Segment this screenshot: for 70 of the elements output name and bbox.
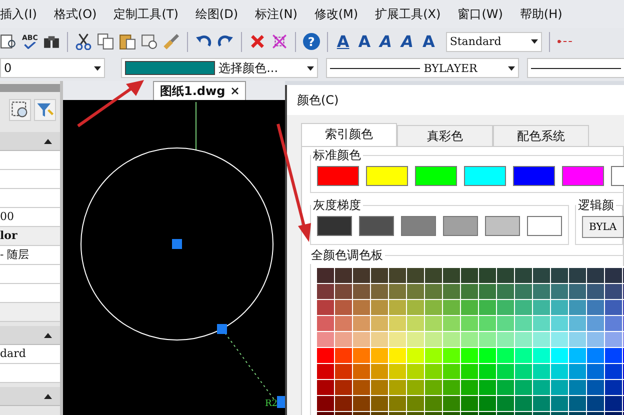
- dialog-tab[interactable]: 配色系统: [493, 125, 589, 146]
- dialog-tab[interactable]: 真彩色: [397, 125, 493, 146]
- lineweight-dropdown[interactable]: [527, 58, 624, 78]
- annotation-arrow: [77, 80, 144, 128]
- group-label: 逻辑颜: [577, 197, 615, 214]
- collapse-icon[interactable]: [44, 332, 52, 338]
- bylayer-button[interactable]: BYLA: [582, 216, 624, 238]
- document-tab[interactable]: 图纸1.dwg: [153, 81, 246, 100]
- dimension-label: R2: [265, 399, 278, 409]
- quadrant-grip[interactable]: [217, 324, 227, 334]
- dropdown-arrow-icon: [306, 66, 314, 70]
- center-grip[interactable]: [172, 239, 182, 249]
- text-tool-button[interactable]: A: [378, 32, 394, 51]
- print-preview-icon[interactable]: [0, 33, 17, 50]
- color-swatch[interactable]: [415, 166, 457, 186]
- text-tool-button[interactable]: A: [420, 32, 437, 51]
- text-tool-button[interactable]: A: [334, 32, 352, 51]
- menu-item[interactable]: 插入(I): [0, 6, 37, 22]
- dropdown-arrow-icon: [508, 66, 515, 70]
- color-swatch[interactable]: [513, 166, 555, 186]
- dropdown-arrow-icon: [530, 39, 538, 44]
- panel-strip: [0, 84, 60, 92]
- delete-icon[interactable]: [248, 33, 266, 50]
- menu-item[interactable]: 修改(M): [314, 6, 358, 22]
- color-dropdown[interactable]: 选择颜色...: [120, 58, 318, 78]
- shade-swatch[interactable]: [485, 216, 520, 236]
- collapse-icon[interactable]: [44, 394, 52, 398]
- property-value[interactable]: 00: [0, 208, 60, 227]
- scissors-icon[interactable]: [74, 33, 92, 50]
- group-label: 全颜色调色板: [310, 247, 384, 264]
- group-label: 灰度梯度: [312, 197, 362, 214]
- shade-swatch[interactable]: [443, 216, 478, 236]
- drawing-canvas[interactable]: R2: [63, 100, 285, 415]
- text-tool-button[interactable]: A: [399, 32, 416, 51]
- brush-icon[interactable]: [162, 33, 180, 50]
- group-label: 标准颜色: [312, 147, 362, 164]
- collapse-icon[interactable]: [44, 138, 52, 144]
- linetype-dropdown[interactable]: BYLAYER: [326, 58, 519, 78]
- dropdown-arrow-icon: [94, 66, 101, 70]
- menu-item[interactable]: 窗口(W): [458, 6, 503, 22]
- property-value[interactable]: - 随层: [0, 246, 60, 265]
- dialog-tab[interactable]: 索引颜色: [301, 123, 397, 146]
- quick-select-icon[interactable]: [9, 99, 31, 121]
- menu-item[interactable]: 绘图(D): [195, 6, 238, 22]
- close-icon[interactable]: [231, 87, 240, 95]
- menu-item[interactable]: 标注(N): [255, 6, 298, 22]
- color-palette-drawing[interactable]: [315, 266, 624, 415]
- paste-icon[interactable]: [118, 33, 136, 50]
- help-icon[interactable]: ?: [302, 33, 320, 50]
- shade-swatch[interactable]: [317, 216, 352, 236]
- text-style-dropdown[interactable]: Standard: [446, 32, 542, 52]
- property-value[interactable]: dard: [0, 345, 60, 364]
- property-label: lor: [0, 227, 60, 246]
- filter-icon[interactable]: [34, 99, 56, 121]
- copy-icon[interactable]: [96, 33, 114, 50]
- dialog-title: 颜色(C): [287, 85, 624, 115]
- menu-item[interactable]: 格式(O): [54, 6, 97, 22]
- binoculars-icon[interactable]: [42, 33, 60, 50]
- menu-item[interactable]: 定制工具(T): [114, 6, 178, 22]
- color-swatch[interactable]: [366, 166, 408, 186]
- shade-swatch[interactable]: [359, 216, 394, 236]
- shade-swatch[interactable]: [401, 216, 436, 236]
- color-swatch[interactable]: [464, 166, 506, 186]
- text-tool-button[interactable]: A: [356, 32, 373, 51]
- shade-swatch[interactable]: [527, 216, 562, 236]
- layer-dropdown[interactable]: 0: [0, 58, 105, 78]
- color-swatch[interactable]: [317, 166, 359, 186]
- color-swatch[interactable]: [562, 166, 604, 186]
- menu-item[interactable]: 扩展工具(X): [375, 6, 441, 22]
- menu-item[interactable]: 帮助(H): [520, 6, 562, 22]
